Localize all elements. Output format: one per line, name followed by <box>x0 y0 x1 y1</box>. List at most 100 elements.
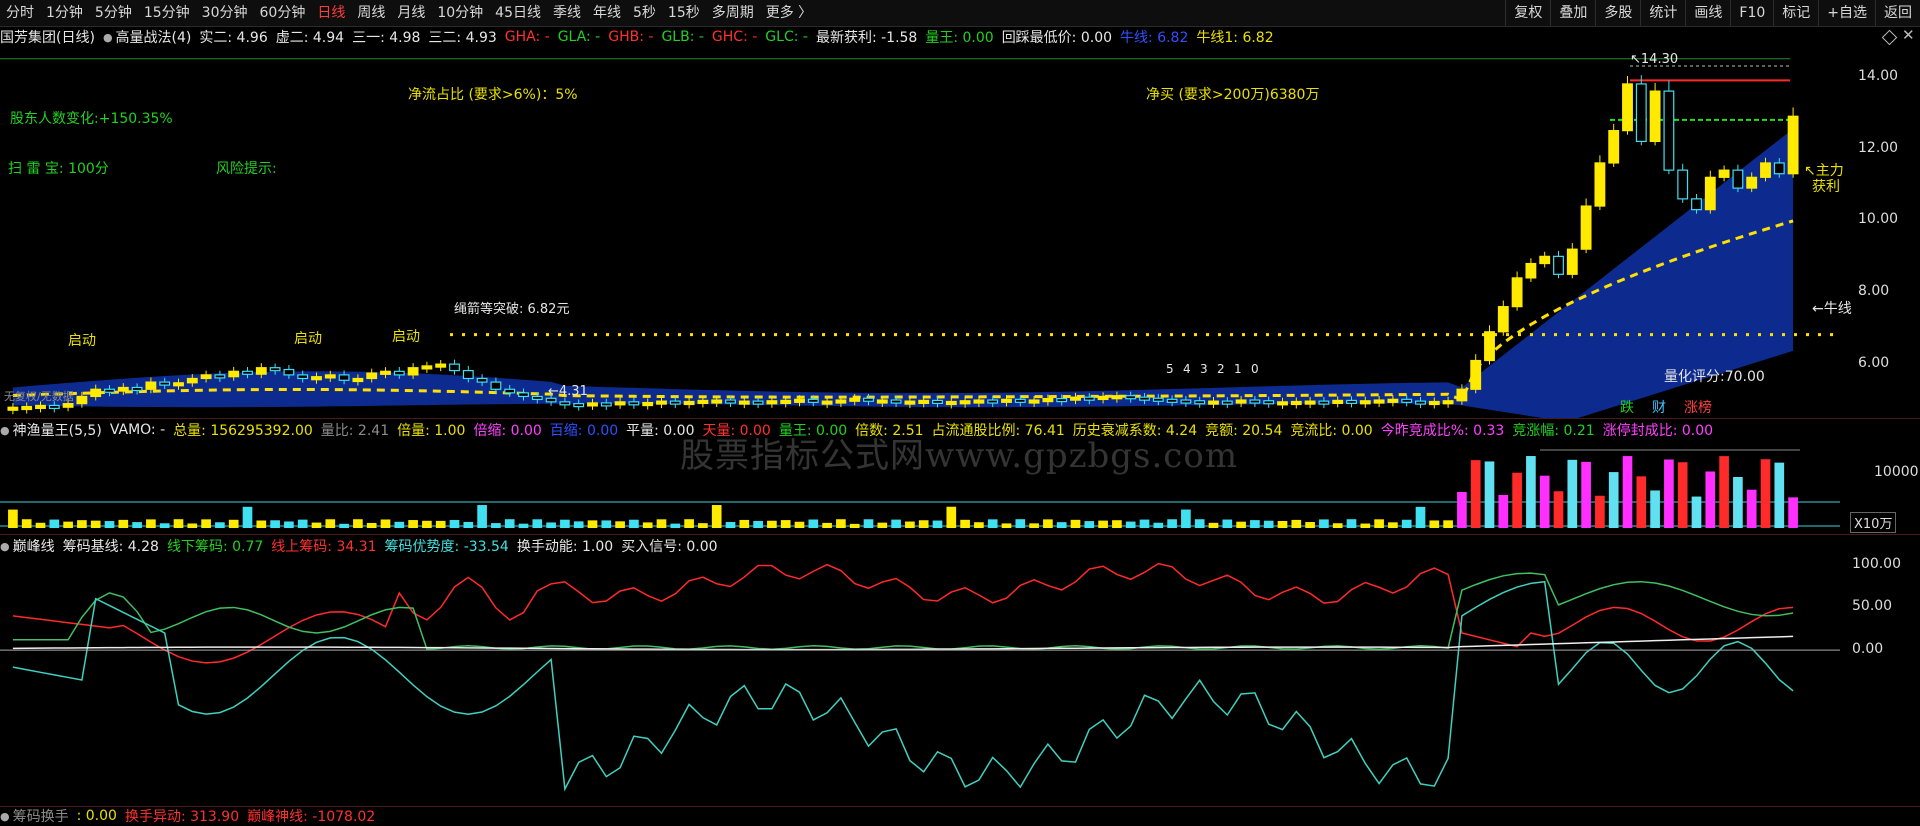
volume-bar <box>615 521 625 528</box>
volume-bar <box>132 522 142 528</box>
candle <box>876 399 888 404</box>
chip-tick: 50.00 <box>1852 598 1893 615</box>
price-tick: 14.00 <box>1858 67 1899 84</box>
tab-period-12[interactable]: 年线 <box>587 0 627 26</box>
candle <box>269 367 281 372</box>
badge-1[interactable]: 财 <box>1652 397 1666 417</box>
candle <box>1442 400 1454 405</box>
candle <box>1497 306 1509 333</box>
legend-item: 牛线: 6.82 <box>1120 30 1189 46</box>
candle <box>1539 255 1551 265</box>
volume-indicator-name[interactable]: 神渔量王(5,5) <box>13 420 102 440</box>
main-indicator-name[interactable]: 高量战法(4) <box>116 27 192 47</box>
candle <box>255 367 267 375</box>
candle <box>1401 398 1413 403</box>
volume-bar <box>684 519 694 528</box>
indicator-settings-icon[interactable]: ● <box>103 31 113 44</box>
score-label: 量化评分:70.00 <box>1664 369 1765 385</box>
tab-period-15[interactable]: 多周期 <box>706 0 760 26</box>
tab-period-16[interactable]: 更多 〉 <box>760 0 818 26</box>
toolbar-button-8[interactable]: 返回 <box>1875 0 1920 26</box>
legend-item: 倍缩: 0.00 <box>473 423 542 439</box>
badge-0[interactable]: 跌 <box>1620 397 1634 417</box>
volume-bar <box>21 519 32 528</box>
tab-period-3[interactable]: 15分钟 <box>138 0 196 26</box>
wave-label: 1 <box>1234 362 1242 376</box>
tab-period-9[interactable]: 10分钟 <box>431 0 489 26</box>
volume-bar <box>1705 471 1716 528</box>
tab-period-5[interactable]: 60分钟 <box>254 0 312 26</box>
candle <box>1014 398 1026 403</box>
candle <box>1677 169 1689 200</box>
tab-period-6[interactable]: 日线 <box>311 0 351 26</box>
start-label: 启动 <box>68 333 96 349</box>
tab-period-0[interactable]: 分时 <box>0 0 40 26</box>
legend-item: 三二: 4.93 <box>428 30 497 46</box>
toolbar-button-3[interactable]: 统计 <box>1640 0 1685 26</box>
volume-bar <box>242 506 253 528</box>
candle <box>366 372 378 380</box>
badge-2[interactable]: 涨榜 <box>1684 397 1712 417</box>
volume-bar <box>1539 475 1550 528</box>
tab-period-4[interactable]: 30分钟 <box>196 0 254 26</box>
above-chips-line <box>12 562 1794 664</box>
chip-chart[interactable] <box>0 556 1850 804</box>
candle <box>600 402 612 407</box>
bottom-settings-icon[interactable]: ● <box>0 810 10 823</box>
candle <box>614 401 626 406</box>
legend-item: : 0.00 <box>76 808 117 824</box>
volume-bar <box>532 519 543 528</box>
toolbar-button-4[interactable]: 画线 <box>1685 0 1730 26</box>
volume-bar <box>1760 459 1771 528</box>
candle <box>1553 255 1564 275</box>
tab-period-10[interactable]: 45日线 <box>489 0 547 26</box>
close-icon[interactable]: ✕ <box>1902 26 1915 44</box>
tab-period-2[interactable]: 5分钟 <box>89 0 138 26</box>
volume-bar <box>1415 506 1426 528</box>
volume-bar <box>974 522 984 528</box>
toolbar-button-1[interactable]: 叠加 <box>1550 0 1595 26</box>
candle <box>863 397 874 402</box>
legend-item: 竞流比: 0.00 <box>1290 423 1373 439</box>
tab-period-8[interactable]: 月线 <box>391 0 431 26</box>
chip-indicator-name[interactable]: 巅峰线 <box>13 536 55 556</box>
toolbar-button-6[interactable]: 标记 <box>1773 0 1818 26</box>
legend-item: 最新获利: -1.58 <box>815 30 918 46</box>
legend-item: GHC: - <box>711 29 758 45</box>
volume-bar <box>1388 522 1398 528</box>
candle <box>959 400 971 405</box>
volume-bar <box>1250 520 1260 528</box>
candlestick-chart[interactable] <box>0 48 1850 418</box>
diamond-icon[interactable] <box>1881 29 1898 46</box>
candle <box>214 374 226 379</box>
toolbar-button-0[interactable]: 复权 <box>1505 0 1550 26</box>
stock-title[interactable]: 国芳集团(日线) <box>0 27 95 47</box>
toolbar-button-5[interactable]: F10 <box>1730 0 1773 26</box>
volume-bar <box>1181 509 1191 528</box>
volume-bar <box>1733 477 1743 528</box>
volume-bar <box>1457 492 1467 528</box>
candle <box>656 400 667 405</box>
tab-period-11[interactable]: 季线 <box>547 0 587 26</box>
candle <box>711 399 723 404</box>
candle <box>1042 398 1054 403</box>
volume-bar <box>560 519 570 528</box>
tab-period-7[interactable]: 周线 <box>351 0 391 26</box>
volume-bar <box>394 521 405 528</box>
legend-item: 线上筹码: 34.31 <box>271 539 377 555</box>
tab-period-13[interactable]: 5秒 <box>627 0 662 26</box>
toolbar-button-2[interactable]: 多股 <box>1595 0 1640 26</box>
candle <box>1635 83 1647 142</box>
price-tick: 8.00 <box>1858 283 1890 300</box>
chip-settings-icon[interactable]: ● <box>0 540 10 553</box>
volume-bar <box>449 519 460 528</box>
volume-bar <box>587 520 598 528</box>
tab-period-1[interactable]: 1分钟 <box>40 0 89 26</box>
candle <box>173 382 184 387</box>
candle <box>1221 400 1233 405</box>
candle <box>752 400 764 405</box>
toolbar-button-7[interactable]: +自选 <box>1818 0 1875 26</box>
tab-period-14[interactable]: 15秒 <box>662 0 706 26</box>
volume-settings-icon[interactable]: ● <box>0 424 10 437</box>
volume-bar <box>1139 519 1150 528</box>
